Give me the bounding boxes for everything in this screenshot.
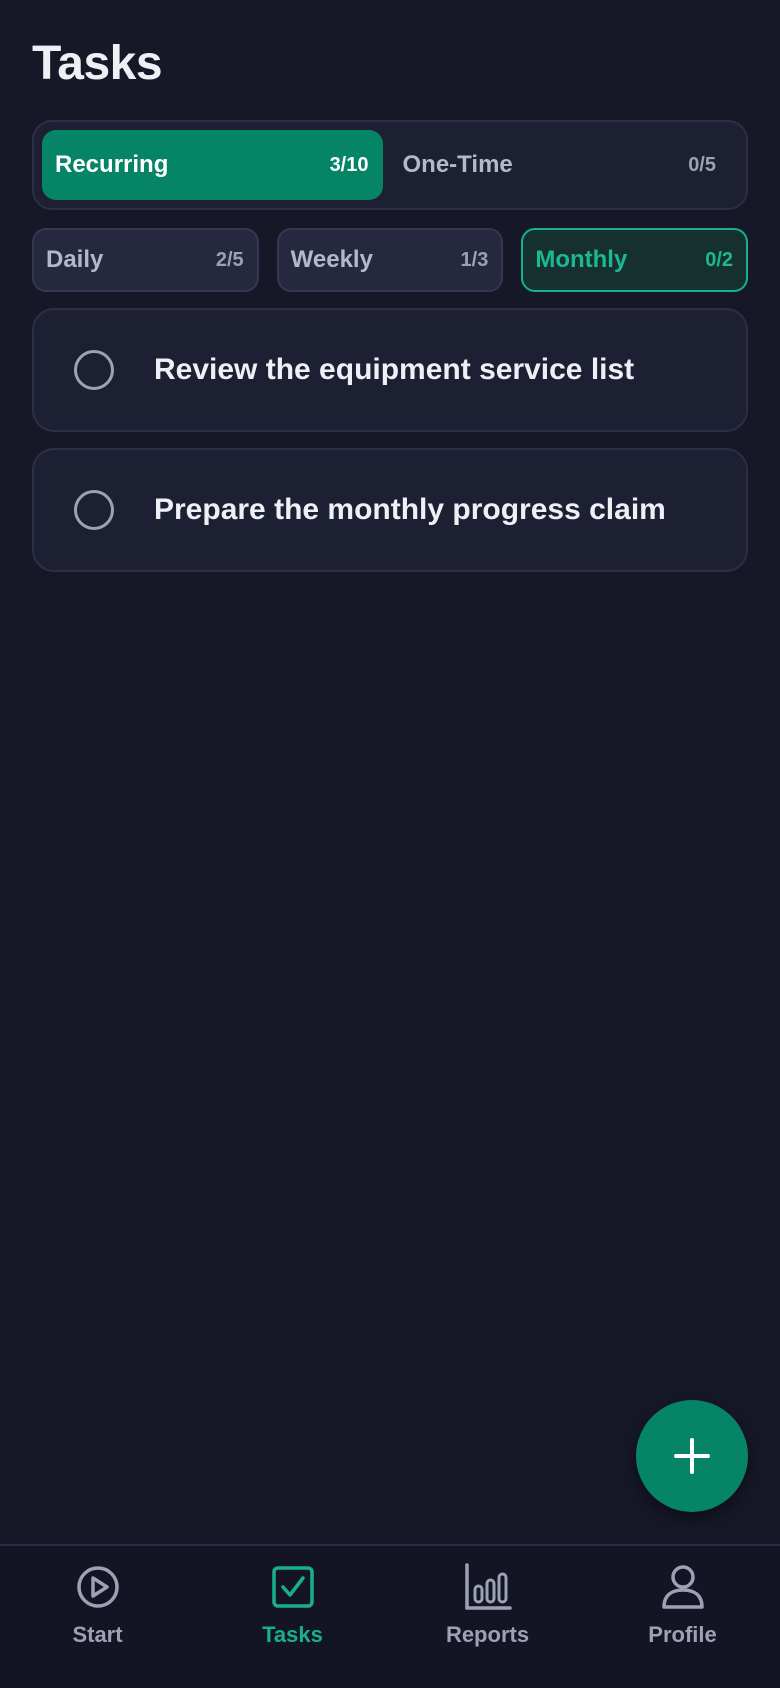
tab-recurring-count: 3/10	[329, 153, 369, 176]
nav-item-profile-label: Profile	[648, 1622, 717, 1647]
nav-item-reports-label: Reports	[445, 1622, 530, 1647]
page-title: Tasks	[32, 37, 163, 90]
nav-item-profile[interactable]: Profile	[585, 1546, 780, 1688]
checkbox-icon	[271, 1566, 314, 1608]
tab-one-time-label: One-Time	[402, 151, 513, 178]
task-title: Prepare the monthly progress claim	[154, 493, 666, 526]
tasks-screen: Tasks Recurring 3/10 One-Time 0/5 Daily …	[0, 0, 780, 1688]
bottom-navigation: Start Tasks Reports Profile	[0, 1544, 780, 1688]
filter-chip-daily-count: 2/5	[215, 248, 244, 271]
filter-chip-daily-label: Daily	[46, 246, 104, 273]
task-title: Review the equipment service list	[154, 353, 635, 386]
task-list: Review the equipment service list Prepar…	[32, 308, 748, 588]
tab-one-time[interactable]: One-Time 0/5	[391, 130, 739, 200]
play-circle-icon	[76, 1566, 119, 1608]
filter-chip-monthly-count: 0/2	[705, 248, 734, 271]
task-card[interactable]: Review the equipment service list	[32, 308, 748, 432]
nav-item-tasks-label: Tasks	[262, 1622, 323, 1647]
nav-item-start[interactable]: Start	[0, 1546, 195, 1688]
tab-recurring[interactable]: Recurring 3/10	[42, 130, 383, 200]
task-checkbox[interactable]	[74, 350, 114, 390]
filter-chip-weekly[interactable]: Weekly 1/3	[276, 228, 504, 292]
user-icon	[661, 1565, 704, 1609]
nav-item-start-label: Start	[72, 1622, 123, 1647]
filter-chip-monthly-label: Monthly	[535, 246, 628, 273]
task-card[interactable]: Prepare the monthly progress claim	[32, 448, 748, 572]
task-type-segmented-control: Recurring 3/10 One-Time 0/5	[32, 120, 748, 210]
filter-chip-daily[interactable]: Daily 2/5	[32, 228, 259, 292]
plus-icon	[674, 1438, 710, 1474]
filter-chip-weekly-count: 1/3	[460, 248, 489, 271]
task-checkbox[interactable]	[74, 490, 114, 530]
tab-recurring-label: Recurring	[55, 151, 169, 178]
tab-one-time-count: 0/5	[688, 153, 716, 176]
nav-item-reports[interactable]: Reports	[390, 1546, 585, 1688]
filter-chip-weekly-label: Weekly	[290, 246, 373, 273]
nav-item-tasks[interactable]: Tasks	[195, 1546, 390, 1688]
filter-chip-monthly[interactable]: Monthly 0/2	[521, 228, 749, 292]
frequency-filter-bar: Daily 2/5 Weekly 1/3 Monthly 0/2	[32, 228, 749, 292]
bar-chart-icon	[464, 1563, 512, 1610]
add-task-button[interactable]	[636, 1400, 748, 1512]
